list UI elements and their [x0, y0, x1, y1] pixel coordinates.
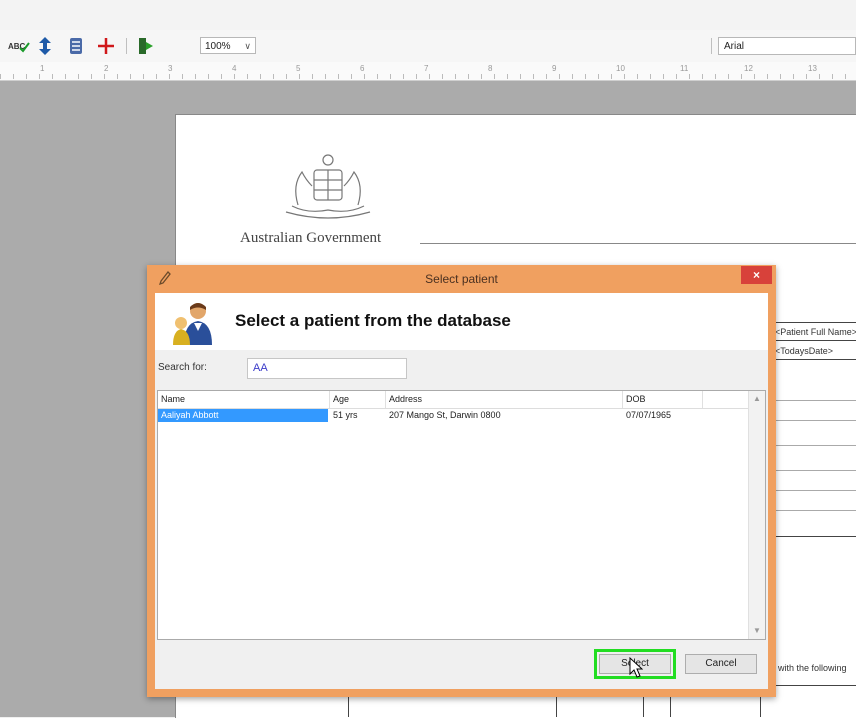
close-button[interactable]: × [741, 266, 772, 284]
patient-icon [173, 303, 212, 345]
zoom-value: 100% [205, 41, 231, 52]
form-line [770, 420, 856, 421]
cell-name: Aaliyah Abbott [158, 409, 328, 422]
divider [420, 243, 856, 244]
toolbar: ABC 100% ∨ Arial [0, 30, 856, 63]
database-icon[interactable] [68, 36, 84, 56]
ruler-label: 5 [296, 64, 301, 73]
dialog-heading: Select a patient from the database [235, 311, 511, 330]
mouse-cursor-icon [629, 657, 643, 678]
cancel-button[interactable]: Cancel [685, 654, 757, 674]
form-line [770, 400, 856, 401]
patient-list[interactable]: Name Age Address DOB Aaliyah Abbott 51 y… [157, 390, 766, 640]
export-icon[interactable] [137, 36, 155, 56]
field-patient-name: <Patient Full Name> [775, 327, 856, 337]
ruler-label: 11 [680, 64, 689, 73]
scroll-up-icon[interactable]: ▲ [749, 391, 765, 407]
form-line [770, 685, 856, 686]
cell-dob: 07/07/1965 [626, 410, 672, 420]
horizontal-ruler: 1 2 3 4 5 6 7 8 9 10 11 12 13 [0, 62, 856, 81]
ruler-label: 13 [808, 64, 817, 73]
form-vline [670, 697, 671, 717]
column-header-dob[interactable]: DOB [623, 391, 703, 408]
ruler-label: 8 [488, 64, 493, 73]
dialog-title-bar[interactable]: Select patient × [147, 265, 776, 293]
add-icon[interactable] [96, 36, 116, 56]
form-line [770, 536, 856, 537]
dialog-footer: Select Cancel [155, 643, 768, 689]
field-todays-date: <TodaysDate> [775, 346, 834, 356]
dialog-body: Select a patient from the database Searc… [155, 293, 768, 689]
form-line [770, 510, 856, 511]
ruler-label: 12 [744, 64, 753, 73]
ruler-label: 1 [40, 64, 45, 73]
list-header: Name Age Address DOB [158, 391, 765, 409]
ruler-label: 3 [168, 64, 173, 73]
form-vline [348, 697, 349, 717]
list-scrollbar[interactable]: ▲ ▼ [748, 391, 765, 639]
toolbar-separator [711, 38, 712, 54]
coat-of-arms-icon [285, 154, 371, 219]
document-text: with the following [778, 663, 847, 673]
form-line [770, 490, 856, 491]
move-vertical-icon[interactable] [38, 36, 52, 56]
window-title-strip [0, 0, 856, 30]
chevron-down-icon: ∨ [244, 41, 251, 51]
font-value: Arial [724, 41, 745, 52]
table-row[interactable]: Aaliyah Abbott 51 yrs 207 Mango St, Darw… [158, 409, 748, 422]
form-vline [760, 697, 761, 717]
column-header-name[interactable]: Name [158, 391, 330, 408]
form-line [770, 340, 856, 341]
dialog-title: Select patient [425, 272, 498, 286]
cell-age: 51 yrs [333, 410, 358, 420]
ruler-label: 2 [104, 64, 109, 73]
column-header-address[interactable]: Address [386, 391, 623, 408]
form-vline [643, 697, 644, 717]
form-vline [556, 697, 557, 717]
spellcheck-icon[interactable]: ABC [8, 36, 30, 56]
ruler-label: 7 [424, 64, 429, 73]
form-line [770, 470, 856, 471]
scroll-down-icon[interactable]: ▼ [749, 623, 765, 639]
zoom-select[interactable]: 100% ∨ [200, 37, 256, 54]
search-label: Search for: [158, 362, 207, 373]
toolbar-separator [126, 38, 127, 54]
dialog-header: Select a patient from the database [155, 293, 768, 350]
government-heading: Australian Government [240, 230, 382, 246]
form-line [770, 445, 856, 446]
font-select[interactable]: Arial [718, 37, 856, 55]
form-line [770, 322, 856, 323]
ruler-label: 4 [232, 64, 237, 73]
select-patient-dialog: Select patient × Select a patient from t… [147, 265, 776, 697]
search-input[interactable]: AA [247, 358, 407, 379]
ruler-label: 6 [360, 64, 365, 73]
form-line [770, 359, 856, 360]
column-header-age[interactable]: Age [330, 391, 386, 408]
cell-address: 207 Mango St, Darwin 0800 [389, 410, 501, 420]
ruler-label: 10 [616, 64, 625, 73]
ruler-label: 9 [552, 64, 557, 73]
